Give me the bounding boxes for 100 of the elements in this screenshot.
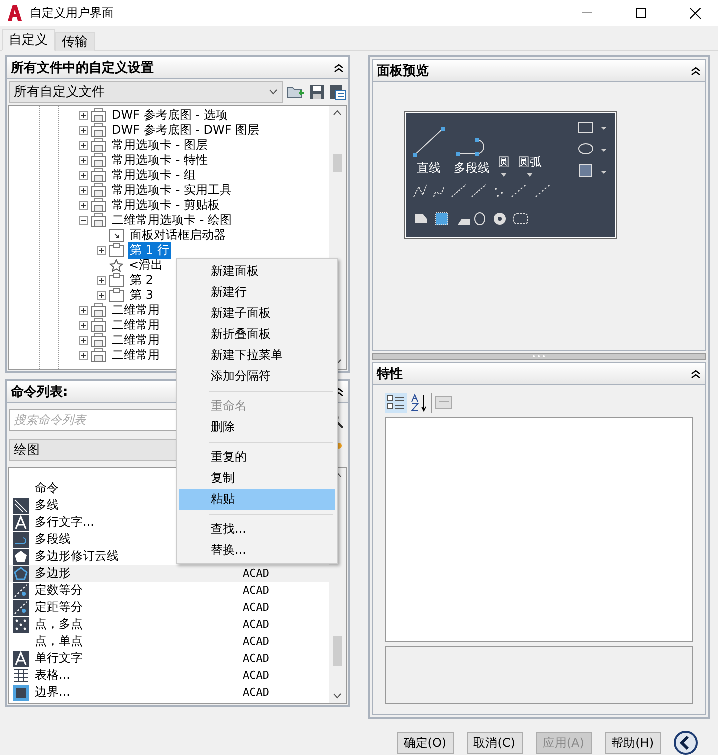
close-icon[interactable] bbox=[690, 8, 700, 18]
tab[interactable]: 自定义 bbox=[2, 29, 55, 52]
save-as-icon[interactable] bbox=[329, 84, 346, 100]
file-select[interactable]: 所有自定义文件 bbox=[9, 81, 283, 104]
collapse-icon[interactable] bbox=[691, 368, 701, 379]
line-icon bbox=[412, 126, 446, 158]
dialog-button[interactable]: 帮助(H) bbox=[604, 732, 661, 754]
tree-item[interactable]: 常用选项卡 - 特性 bbox=[110, 152, 210, 170]
command-row[interactable]: 点，单点 ACAD bbox=[9, 633, 329, 650]
minimize-icon[interactable] bbox=[582, 12, 592, 14]
column-header[interactable]: 命令 bbox=[35, 480, 59, 498]
command-row[interactable]: 定数等分 ACAD bbox=[9, 582, 329, 600]
tree-item[interactable]: 面板对话框启动器 bbox=[128, 227, 228, 244]
panel-icon bbox=[91, 183, 107, 198]
panel-title: 命令列表: bbox=[11, 384, 68, 401]
expand-icon[interactable] bbox=[79, 336, 88, 346]
tree-item[interactable]: 常用选项卡 - 图层 bbox=[110, 137, 210, 154]
tree-item[interactable]: 第 3 bbox=[128, 287, 156, 304]
command-name: 多段线 bbox=[35, 531, 71, 548]
menu-item[interactable]: 复制 bbox=[179, 468, 335, 489]
command-row[interactable]: 多边形 ACAD bbox=[9, 565, 329, 582]
menu-item[interactable]: 新建下拉菜单 bbox=[179, 345, 335, 366]
tree-item[interactable]: 二维常用 bbox=[110, 302, 162, 320]
caret-icon bbox=[527, 173, 533, 178]
dialog-button[interactable]: 取消(C) bbox=[466, 732, 523, 754]
app-logo-icon bbox=[8, 5, 22, 21]
save-icon[interactable] bbox=[309, 84, 325, 100]
menu-item[interactable]: 替换... bbox=[179, 540, 335, 561]
collapse-icon[interactable] bbox=[334, 62, 344, 73]
panel-icon bbox=[91, 198, 107, 214]
menu-item[interactable]: 添加分隔符 bbox=[179, 366, 335, 387]
maximize-icon[interactable] bbox=[636, 8, 646, 18]
scroll-up-icon[interactable] bbox=[333, 110, 342, 116]
tree-item[interactable]: DWF 参考底图 - DWF 图层 bbox=[110, 122, 262, 140]
tree-item[interactable]: 二维常用 bbox=[110, 347, 162, 364]
tree-item[interactable]: DWF 参考底图 - 选项 bbox=[110, 107, 230, 124]
expand-icon[interactable] bbox=[79, 186, 88, 196]
menu-item[interactable]: 新建行 bbox=[179, 282, 335, 303]
command-row[interactable]: 定距等分 ACAD bbox=[9, 599, 329, 616]
expand-icon[interactable] bbox=[79, 306, 88, 316]
command-source: ACAD bbox=[243, 652, 270, 666]
tree-item[interactable]: 二维常用 bbox=[110, 317, 162, 334]
expand-icon[interactable] bbox=[79, 111, 88, 120]
panel-icon bbox=[91, 108, 107, 124]
menu-item[interactable]: 新折叠面板 bbox=[179, 324, 335, 345]
expand-icon[interactable] bbox=[79, 126, 88, 136]
tree-item[interactable]: 第 2 bbox=[128, 272, 156, 290]
command-name: 多行文字... bbox=[35, 514, 94, 532]
panel-icon bbox=[91, 123, 107, 138]
tab[interactable]: 传输 bbox=[55, 32, 95, 52]
menu-item[interactable]: 新建面板 bbox=[179, 261, 335, 282]
tree-item[interactable]: 常用选项卡 - 剪贴板 bbox=[110, 197, 222, 214]
sort-alphabetical-icon[interactable] bbox=[410, 393, 428, 414]
tree-item[interactable]: <滑出 bbox=[127, 257, 166, 274]
panel-icon bbox=[91, 138, 107, 154]
expand-icon[interactable] bbox=[97, 246, 106, 256]
table-icon bbox=[13, 668, 29, 684]
scrollbar-thumb[interactable] bbox=[333, 636, 342, 666]
scroll-down-icon[interactable] bbox=[333, 693, 342, 700]
expand-icon[interactable] bbox=[79, 141, 88, 150]
expand-icon[interactable] bbox=[97, 276, 106, 286]
collapse-icon[interactable] bbox=[79, 216, 88, 226]
expand-icon[interactable] bbox=[97, 291, 106, 300]
splitter-grip-icon[interactable] bbox=[532, 355, 546, 358]
polygon-icon bbox=[13, 566, 29, 582]
tree-item[interactable]: 二维常用选项卡 - 绘图 bbox=[110, 212, 234, 230]
categorized-icon[interactable] bbox=[385, 393, 407, 414]
scrollbar-thumb[interactable] bbox=[333, 154, 342, 172]
panel-icon bbox=[91, 153, 107, 168]
tree-item[interactable]: 常用选项卡 - 组 bbox=[110, 167, 198, 184]
panel-icon bbox=[91, 318, 107, 334]
caret-icon bbox=[501, 173, 507, 178]
tree-item[interactable]: 常用选项卡 - 实用工具 bbox=[110, 182, 234, 200]
expand-icon[interactable] bbox=[79, 201, 88, 210]
panel-title: 所有文件中的自定义设置 bbox=[11, 60, 154, 77]
command-name: 多线 bbox=[35, 497, 59, 514]
collapse-icon[interactable] bbox=[691, 66, 701, 76]
command-row[interactable]: 表格... ACAD bbox=[9, 667, 329, 684]
tree-item[interactable]: 二维常用 bbox=[110, 332, 162, 350]
tree-item[interactable]: 第 1 行 bbox=[128, 242, 172, 260]
ribbon-button-label: 直线 bbox=[417, 160, 441, 178]
expand-icon[interactable] bbox=[79, 171, 88, 180]
collapse-left-icon[interactable] bbox=[674, 731, 698, 755]
menu-item[interactable]: 查找... bbox=[179, 519, 335, 540]
menu-item[interactable]: 粘贴 bbox=[179, 489, 335, 510]
dialog-button[interactable]: 确定(O) bbox=[396, 732, 454, 754]
command-source: ACAD bbox=[243, 669, 270, 682]
command-row[interactable]: 单行文字 ACAD bbox=[9, 650, 329, 668]
expand-icon[interactable] bbox=[79, 321, 88, 330]
command-row[interactable]: 边界... ACAD bbox=[9, 684, 329, 702]
command-name: 点，多点 bbox=[35, 616, 83, 634]
expand-icon[interactable] bbox=[79, 351, 88, 360]
pentagon-icon bbox=[13, 548, 29, 565]
row-icon bbox=[109, 243, 125, 258]
expand-icon[interactable] bbox=[79, 156, 88, 166]
command-row[interactable]: 点，多点 ACAD bbox=[9, 616, 329, 634]
command-name: 点，单点 bbox=[35, 633, 83, 650]
caret-icon bbox=[269, 89, 278, 96]
menu-item[interactable]: 新建子面板 bbox=[179, 303, 335, 324]
command-name: 表格... bbox=[35, 667, 70, 684]
